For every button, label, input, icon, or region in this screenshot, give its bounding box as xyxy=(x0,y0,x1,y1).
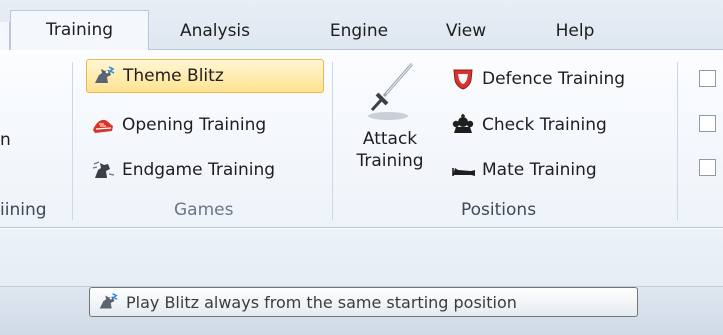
tab-training[interactable]: Training xyxy=(10,10,149,51)
opening-training-label: Opening Training xyxy=(122,115,267,135)
theme-blitz-button[interactable]: Theme Blitz xyxy=(86,59,324,93)
clipped-ribbon-button[interactable]: n xyxy=(0,130,11,150)
endgame-training-label: Endgame Training xyxy=(122,160,276,180)
group-separator xyxy=(332,62,333,220)
attack-training-button[interactable]: Attack Training xyxy=(345,58,435,188)
toolbar-band xyxy=(0,229,723,286)
positions-group-label: Positions xyxy=(461,200,537,220)
group-separator xyxy=(72,62,73,220)
mate-training-button[interactable]: Mate Training xyxy=(450,153,597,187)
mate-training-label: Mate Training xyxy=(482,160,597,180)
clipped-group-label: iining xyxy=(0,200,47,220)
theme-blitz-label: Theme Blitz xyxy=(123,66,224,86)
check-training-button[interactable]: Check Training xyxy=(450,108,607,142)
option-checkbox-2[interactable] xyxy=(699,115,716,132)
games-group-label: Games xyxy=(174,200,234,220)
fallen-king-icon xyxy=(452,168,475,176)
check-training-label: Check Training xyxy=(482,115,607,135)
previous-tab-edge[interactable] xyxy=(0,22,10,51)
endgame-knight-icon xyxy=(92,161,115,178)
opening-training-button[interactable]: Opening Training xyxy=(90,108,266,142)
group-separator xyxy=(677,62,678,220)
tab-engine[interactable]: Engine xyxy=(314,12,404,50)
endgame-training-button[interactable]: Endgame Training xyxy=(90,153,275,187)
blitz-knight-icon xyxy=(99,293,118,309)
crown-icon xyxy=(452,114,474,133)
tab-view[interactable]: View xyxy=(436,12,496,50)
option-checkbox-1[interactable] xyxy=(699,70,716,87)
tooltip: Play Blitz always from the same starting… xyxy=(89,287,638,317)
defence-training-button[interactable]: Defence Training xyxy=(450,62,625,96)
attack-label-line1: Attack xyxy=(362,129,418,149)
blitz-knight-icon xyxy=(95,66,115,83)
tab-help[interactable]: Help xyxy=(540,12,610,50)
defence-training-label: Defence Training xyxy=(482,69,626,89)
option-checkbox-3[interactable] xyxy=(699,159,716,176)
ribbon-panel: n iining Theme Blitz Opening Training En… xyxy=(0,50,723,228)
sword-icon xyxy=(368,63,414,120)
tooltip-text: Play Blitz always from the same starting… xyxy=(126,292,517,312)
opening-shoe-icon xyxy=(93,119,113,133)
shield-icon xyxy=(453,69,473,90)
ribbon-tab-strip: Training Analysis Engine View Help xyxy=(0,0,723,51)
tab-analysis[interactable]: Analysis xyxy=(165,12,265,50)
attack-label-line2: Training xyxy=(356,151,424,171)
